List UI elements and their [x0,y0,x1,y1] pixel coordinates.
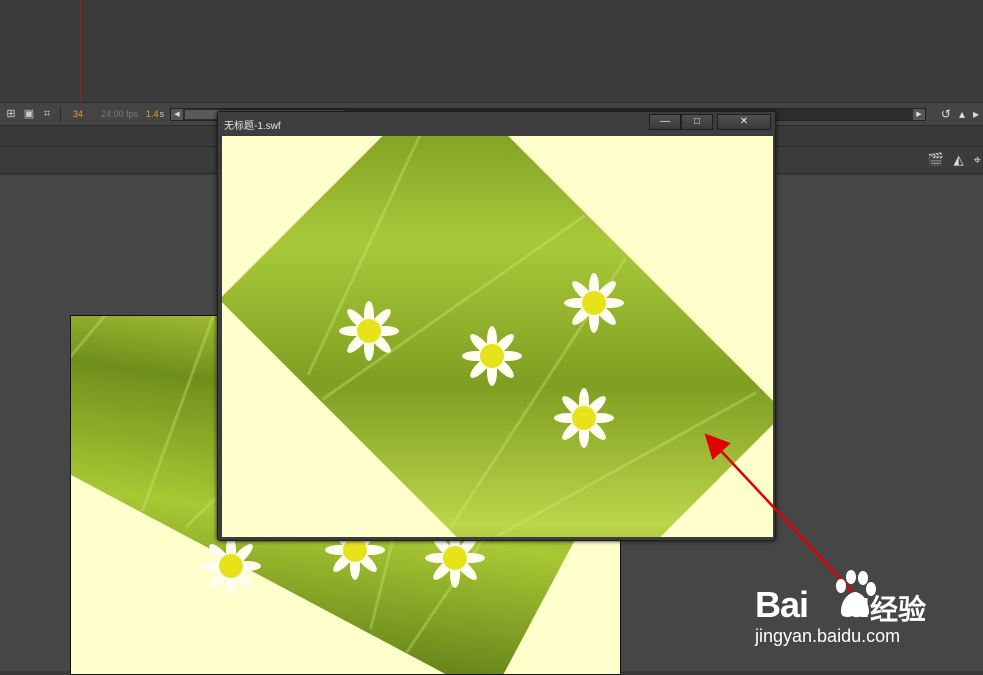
baidu-jingyan-watermark: Baiu 经验 jingyan.baidu.com [755,570,975,660]
watermark-url: jingyan.baidu.com [755,626,901,646]
watermark-product: 经验 [870,593,927,626]
